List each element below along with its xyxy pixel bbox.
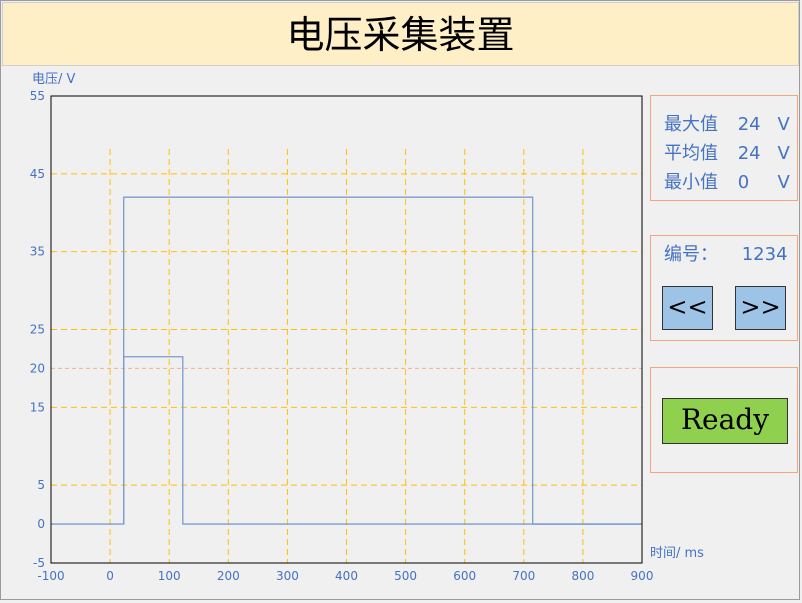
next-button[interactable]: >> [735,286,786,330]
min-value: 0 [737,172,750,193]
x-tick-label: 800 [571,569,594,583]
avg-value: 24 [737,143,761,164]
max-unit: V [777,114,790,135]
x-axis-label: 时间/ ms [650,546,704,561]
y-tick-label: 55 [30,89,45,103]
voltage-series-2 [123,356,642,525]
record-id-value: 1234 [741,244,788,265]
x-tick-label: -100 [37,569,64,583]
x-tick-label: 100 [158,569,181,583]
x-tick-label: 0 [106,569,114,583]
y-tick-label: 45 [30,167,45,181]
record-id-row: 编号： 1234 [664,244,788,266]
min-stat-row: 最小值 0 V [664,172,797,194]
app-window: 电压采集装置 -100 0 100 200 300 400 500 600 700 800 900-… [0,0,800,600]
y-tick-label: 25 [30,323,45,337]
y-tick-label: 15 [30,400,45,414]
x-tick-label: 600 [453,569,476,583]
x-tick-label: 400 [335,569,358,583]
record-nav-panel: 编号： 1234 << >> [650,235,798,341]
y-tick-label: 20 [30,361,45,375]
x-tick-label: 500 [394,569,417,583]
y-axis-label: 电压/ V [32,72,76,87]
y-tick-label: 35 [30,245,45,259]
avg-stat-row: 平均值 24 V [664,143,797,165]
x-tick-label: 700 [512,569,535,583]
stats-panel: 最大值 24 V 平均值 24 V 最小值 0 V [650,95,798,201]
max-stat-row: 最大值 24 V [664,114,797,136]
y-tick-label: 5 [37,478,45,492]
x-tick-label: 300 [276,569,299,583]
previous-button[interactable]: << [662,286,713,330]
y-tick-label: 0 [37,517,45,531]
x-tick-label: 200 [217,569,240,583]
max-value: 24 [737,114,761,135]
min-unit: V [777,172,790,193]
min-label: 最小值 [664,172,718,193]
ready-button[interactable]: Ready [662,398,788,444]
record-id-label: 编号： [664,244,718,265]
y-tick-label: -5 [33,556,45,570]
avg-label: 平均值 [664,143,718,164]
status-panel: Ready [650,367,798,473]
max-label: 最大值 [664,114,718,135]
x-tick-label: 900 [631,569,654,583]
avg-unit: V [777,143,790,164]
